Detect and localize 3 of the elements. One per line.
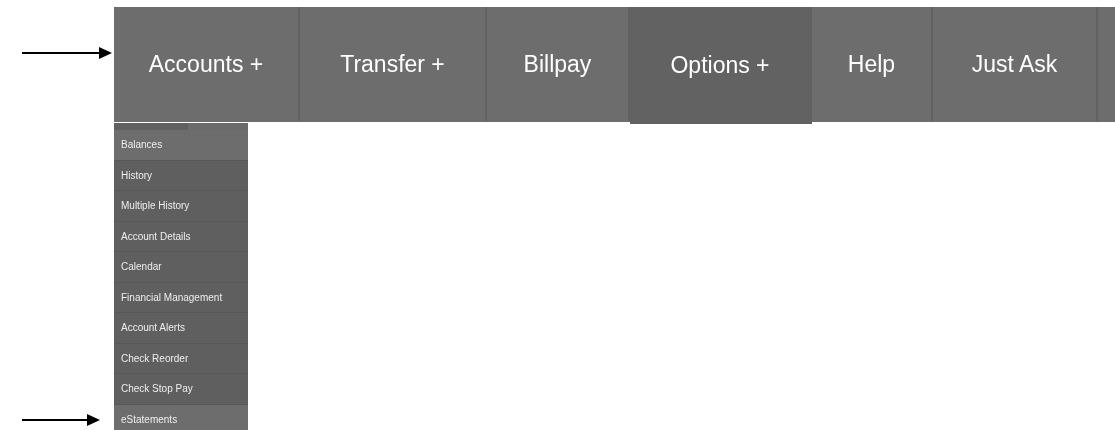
dropdown-item[interactable]: Balances bbox=[114, 130, 248, 161]
dropdown-item[interactable]: eStatements bbox=[114, 404, 248, 430]
menu-tab[interactable]: Options + bbox=[630, 7, 812, 124]
